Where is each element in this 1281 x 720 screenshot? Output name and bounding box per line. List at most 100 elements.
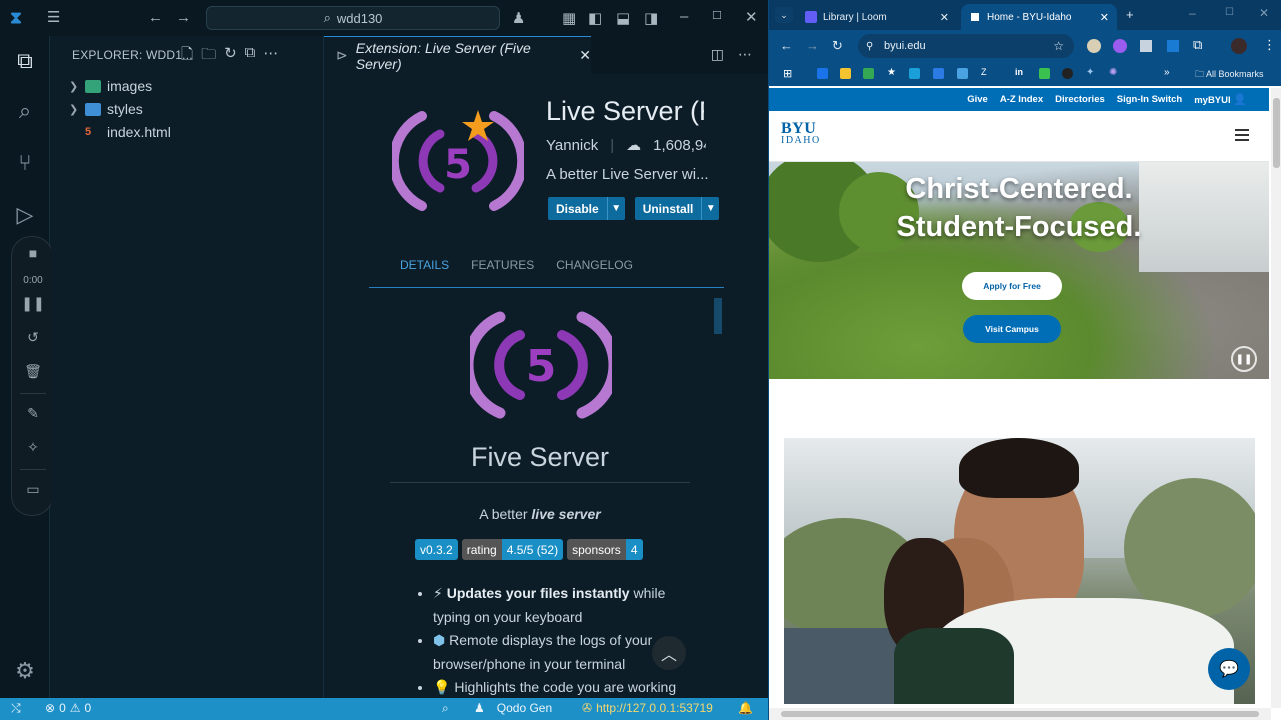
- restart-icon[interactable]: ↺: [12, 329, 54, 346]
- chevron-down-icon[interactable]: ▼: [701, 197, 719, 220]
- close-tab-icon[interactable]: ✕: [579, 47, 591, 64]
- close-tab-icon[interactable]: ✕: [940, 11, 949, 24]
- settings-gear-icon[interactable]: ⚙: [12, 658, 38, 684]
- bookmark-icon[interactable]: [863, 68, 874, 79]
- command-center-search[interactable]: ⌕ wdd130: [206, 6, 500, 30]
- bookmark-icon[interactable]: [1062, 68, 1073, 79]
- new-folder-icon[interactable]: 🗀: [201, 44, 216, 69]
- close-window-icon[interactable]: ✕: [745, 8, 758, 26]
- new-tab-icon[interactable]: +: [1126, 7, 1134, 22]
- chat-button[interactable]: 💬: [1208, 648, 1250, 690]
- menu-icon[interactable]: ☰: [47, 8, 60, 26]
- effects-icon[interactable]: ✧: [12, 439, 54, 456]
- zoom-icon[interactable]: ⌕: [442, 701, 449, 716]
- version-badge[interactable]: v0.3.2: [415, 539, 458, 560]
- readme-scrollbar[interactable]: [714, 298, 722, 334]
- byui-logo[interactable]: BYU IDAHO: [781, 121, 821, 147]
- horizontal-scrollbar[interactable]: [769, 708, 1271, 720]
- refresh-icon[interactable]: ↻: [224, 44, 237, 69]
- minimize-icon[interactable]: –: [680, 8, 688, 25]
- chrome-menu-icon[interactable]: ⋮: [1263, 37, 1276, 53]
- page-scrollbar[interactable]: [1271, 88, 1281, 708]
- extension-icon[interactable]: [1140, 40, 1152, 52]
- collapse-all-icon[interactable]: ⧉: [245, 44, 256, 69]
- close-tab-icon[interactable]: ✕: [1100, 11, 1109, 24]
- split-editor-icon[interactable]: ◫: [711, 46, 724, 63]
- explorer-icon[interactable]: ⧉: [12, 48, 38, 74]
- address-bar[interactable]: ⚲ byui.edu ☆: [858, 34, 1074, 58]
- bookmark-z-icon[interactable]: Z: [981, 67, 987, 77]
- visit-campus-button[interactable]: Visit Campus: [963, 315, 1061, 343]
- customize-layout-icon[interactable]: ▦: [562, 9, 576, 27]
- remote-indicator-icon[interactable]: ⤭: [11, 701, 21, 716]
- nav-link-sign-in-switch[interactable]: Sign-In Switch: [1117, 94, 1182, 105]
- extension-author[interactable]: Yannick: [546, 137, 598, 154]
- extensions-puzzle-icon[interactable]: ⧉: [1193, 37, 1202, 53]
- forward-arrow-icon[interactable]: →: [806, 38, 819, 53]
- back-arrow-icon[interactable]: ←: [148, 9, 163, 26]
- extension-w-icon[interactable]: [1087, 39, 1101, 53]
- bookmark-icon[interactable]: [840, 68, 851, 79]
- bookmark-icon[interactable]: [933, 68, 944, 79]
- avatar[interactable]: [1231, 38, 1247, 54]
- star-bookmark-icon[interactable]: ★: [887, 67, 896, 78]
- nav-link-directories[interactable]: Directories: [1055, 94, 1105, 105]
- more-actions-icon[interactable]: ⋯: [738, 46, 752, 63]
- minimize-icon[interactable]: –: [1189, 6, 1196, 20]
- site-info-icon[interactable]: ⚲: [866, 41, 873, 52]
- forward-arrow-icon[interactable]: →: [176, 9, 191, 26]
- disable-button[interactable]: Disable: [548, 197, 607, 220]
- delete-icon[interactable]: 🗑: [12, 363, 54, 380]
- toggle-panel-icon[interactable]: ⬓: [616, 9, 630, 27]
- search-view-icon[interactable]: ⌕: [12, 98, 38, 124]
- stop-recording-icon[interactable]: ■: [12, 245, 54, 261]
- bookmark-icon[interactable]: [957, 68, 968, 79]
- linkedin-icon[interactable]: in: [1015, 67, 1023, 77]
- nav-link-give[interactable]: Give: [967, 94, 988, 105]
- all-bookmarks-folder[interactable]: 🗀 All Bookmarks: [1195, 67, 1264, 83]
- more-bookmarks-icon[interactable]: »: [1164, 67, 1170, 78]
- camera-icon[interactable]: ▭: [12, 481, 54, 498]
- live-server-status[interactable]: ✇ http://127.0.0.1:53719: [582, 701, 713, 715]
- source-control-icon[interactable]: ⑂: [12, 150, 38, 176]
- new-file-icon[interactable]: 🗋: [181, 44, 193, 69]
- maximize-icon[interactable]: ☐: [1225, 7, 1234, 18]
- scroll-to-top-button[interactable]: ︿: [652, 636, 686, 670]
- bookmark-icon[interactable]: [817, 68, 828, 79]
- bookmark-sparkle-icon[interactable]: ✦: [1086, 67, 1094, 78]
- hamburger-menu-icon[interactable]: [1235, 129, 1249, 141]
- pause-icon[interactable]: ❚❚: [12, 295, 54, 312]
- maximize-icon[interactable]: ☐: [712, 9, 722, 22]
- chevron-down-icon[interactable]: ▼: [606, 197, 625, 220]
- tab-search-icon[interactable]: ⌄: [775, 7, 793, 23]
- apply-for-free-button[interactable]: Apply for Free: [962, 272, 1062, 300]
- tree-item-index-html[interactable]: 5 index.html: [69, 121, 171, 143]
- pause-video-icon[interactable]: ❚❚: [1231, 346, 1257, 372]
- extension-loom-icon[interactable]: [1113, 39, 1127, 53]
- nav-link-az-index[interactable]: A-Z Index: [1000, 94, 1043, 105]
- reload-icon[interactable]: ↻: [832, 38, 843, 54]
- back-arrow-icon[interactable]: ←: [780, 38, 793, 53]
- close-window-icon[interactable]: ✕: [1259, 6, 1269, 20]
- notifications-bell-icon[interactable]: 🔔: [738, 701, 753, 715]
- tab-byui-home[interactable]: Home - BYU-Idaho ✕: [961, 4, 1117, 30]
- bookmark-gear-icon[interactable]: ✺: [1109, 67, 1117, 78]
- extension-icon[interactable]: [1167, 40, 1179, 52]
- bookmark-icon[interactable]: [1039, 68, 1050, 79]
- draw-pencil-icon[interactable]: ✎: [12, 405, 54, 422]
- problems-indicator[interactable]: ⊗ 0 ⚠ 0: [45, 701, 91, 715]
- tab-library-loom[interactable]: Library | Loom ✕: [797, 4, 957, 30]
- toggle-secondary-sidebar-icon[interactable]: ◨: [644, 9, 658, 27]
- more-actions-icon[interactable]: ⋯: [263, 44, 278, 69]
- bookmark-star-icon[interactable]: ☆: [1053, 39, 1064, 53]
- uninstall-button[interactable]: Uninstall: [635, 197, 702, 220]
- tree-item-styles[interactable]: ❯ styles: [69, 98, 143, 120]
- rating-badge[interactable]: rating 4.5/5 (52): [461, 539, 564, 560]
- run-debug-icon[interactable]: ▷: [12, 202, 38, 228]
- nav-link-mybyui[interactable]: myBYUI 👤: [1194, 93, 1247, 106]
- tab-extension-live-server[interactable]: ⊳ Extension: Live Server (Five Server) ✕: [324, 36, 591, 74]
- bookmark-icon[interactable]: [909, 68, 920, 79]
- tab-changelog[interactable]: CHANGELOG: [556, 258, 633, 287]
- sponsors-badge[interactable]: sponsors 4: [567, 539, 643, 560]
- apps-grid-icon[interactable]: ⊞: [783, 67, 792, 80]
